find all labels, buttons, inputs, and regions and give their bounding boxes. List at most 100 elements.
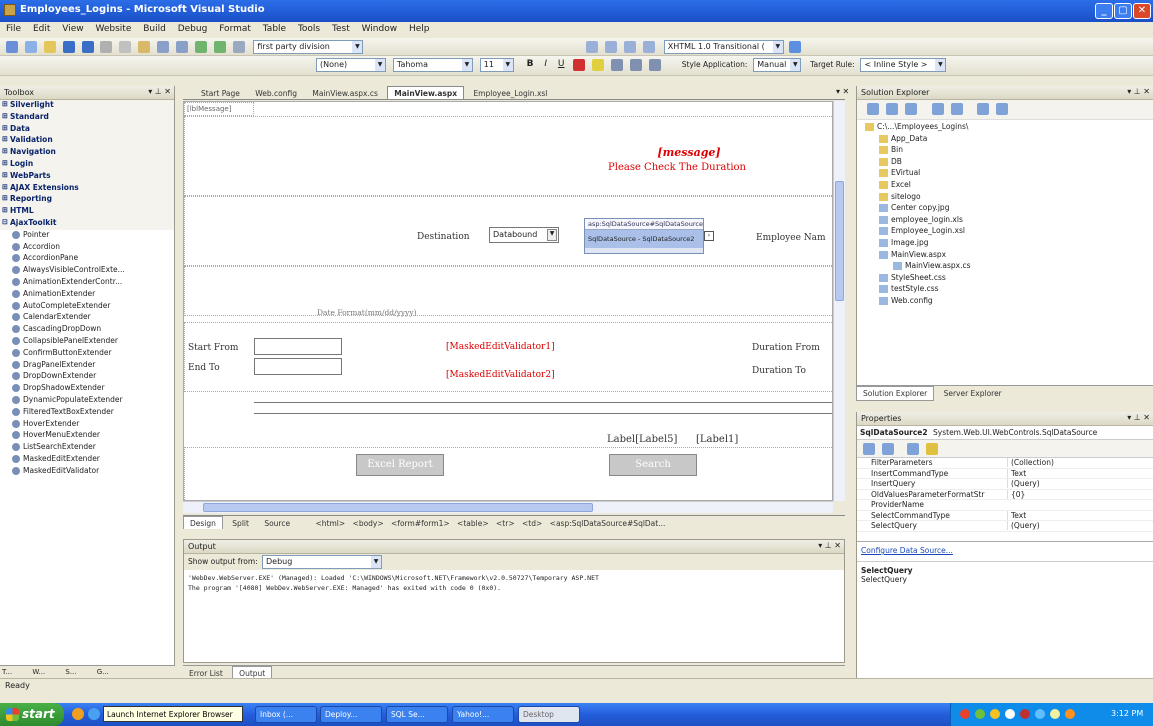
toolbox-item[interactable]: AlwaysVisibleControlExte... [0,265,174,277]
toolbox-category[interactable]: ⊞ Navigation [0,147,174,159]
copy-website-icon[interactable] [996,103,1009,115]
new-project-icon[interactable] [6,41,18,53]
tab-solution-explorer[interactable]: Solution Explorer [856,386,935,401]
indent-icon[interactable] [605,41,618,53]
view-code-icon[interactable] [931,103,944,115]
italic-button[interactable]: I [544,59,547,69]
solution-item[interactable]: Image.jpg [857,238,1153,250]
alphabetical-icon[interactable] [881,443,894,455]
start-debug-icon[interactable] [213,41,226,53]
save-icon[interactable] [62,41,75,53]
toolbox-item[interactable]: HoverMenuExtender [0,430,174,442]
expand-icon[interactable]: ⊞ [2,100,8,108]
toolbox-category[interactable]: ⊞ Login [0,158,174,171]
save-all-icon[interactable] [81,41,94,53]
tray-icon-8[interactable] [1065,709,1075,719]
tray-icon-1[interactable] [960,709,970,719]
task-deploy[interactable]: Deploy... [320,706,382,723]
add-item-icon[interactable] [24,41,37,53]
solution-item[interactable]: MainView.aspx [857,250,1153,262]
tab-employee-login-xsl[interactable]: Employee_Login.xsl [467,87,553,99]
tab-start-page[interactable]: Start Page [195,87,246,99]
solution-pin-close-icon[interactable]: ▾ ⊥ ✕ [1127,87,1150,96]
solution-item[interactable]: Web.config [857,296,1153,308]
expand-icon[interactable]: ⊞ [2,135,8,143]
toolbox-item[interactable]: AutoCompleteExtender [0,301,174,313]
navigate-back-icon[interactable] [194,41,207,53]
menu-build[interactable]: Build [143,24,166,34]
solution-item[interactable]: Bin [857,145,1153,157]
properties-icon[interactable] [867,103,879,115]
font-color-icon[interactable] [573,59,586,71]
task-sql-server[interactable]: SQL Se... [386,706,448,723]
configure-datasource-link[interactable]: Configure Data Source... [857,542,1153,562]
solution-item[interactable]: Center copy.jpg [857,203,1153,215]
solution-item[interactable]: Excel [857,180,1153,192]
property-row[interactable]: SelectCommandType Text [857,510,1153,521]
outdent-icon[interactable] [624,41,636,53]
style-application-combo[interactable]: Manual ▼ [753,58,802,72]
quicklaunch-icon-1[interactable] [72,708,84,720]
excel-report-button[interactable]: Excel Report [356,454,444,476]
source-view-button[interactable]: Source [258,517,296,529]
property-row[interactable]: InsertCommandType Text [857,468,1153,479]
task-yahoo[interactable]: Yahoo!... [452,706,514,723]
menu-debug[interactable]: Debug [178,24,208,34]
end-date-input[interactable] [254,358,342,375]
toolbox-item[interactable]: DropDownExtender [0,371,174,383]
tab-styles[interactable]: S... [65,668,76,676]
property-row[interactable]: FilterParameters (Collection) [857,458,1153,469]
nest-icon[interactable] [977,103,990,115]
toolbox-item[interactable]: AnimationExtenderContr... [0,277,174,289]
toolbox-category[interactable]: ⊟ AjaxToolkit [0,217,174,230]
toolbox-item[interactable]: ListSearchExtender [0,442,174,454]
solution-item[interactable]: C:\...\Employees_Logins\ [857,122,1153,134]
toolbox-item[interactable]: DropShadowExtender [0,383,174,395]
comment-icon[interactable] [642,41,655,53]
maximize-button[interactable]: ▢ [1114,3,1132,19]
underline-button[interactable]: U [558,59,565,69]
tray-icon-2[interactable] [975,709,985,719]
show-all-files-icon[interactable] [885,103,898,115]
expand-icon[interactable]: ⊞ [2,112,8,120]
properties-pin-close-icon[interactable]: ▾ ⊥ ✕ [1127,413,1150,422]
toolbox-item[interactable]: AccordionPane [0,253,174,265]
solution-item[interactable]: EVirtual [857,168,1153,180]
crumb-tr[interactable]: <tr> [494,517,517,529]
close-button[interactable]: ✕ [1133,3,1151,19]
toolbox-item[interactable]: AnimationExtender [0,289,174,301]
toolbox-item[interactable]: DragPanelExtender [0,360,174,372]
bullets-icon[interactable] [630,59,642,71]
toolbox-item[interactable]: HoverExtender [0,419,174,431]
menu-test[interactable]: Test [332,24,350,34]
crumb-sqldatasource[interactable]: <asp:SqlDataSource#SqlDat... [548,517,668,529]
solution-item[interactable]: employee_login.xls [857,215,1153,227]
toolbox-category[interactable]: ⊞ WebParts [0,170,174,183]
property-value[interactable]: (Query) [1007,479,1040,488]
property-pages-icon[interactable] [906,443,919,455]
toolbox-item[interactable]: FilteredTextBoxExtender [0,407,174,419]
toolbox-item[interactable]: DynamicPopulateExtender [0,395,174,407]
target-rule-combo[interactable]: < Inline Style > ▼ [860,58,947,72]
menu-table[interactable]: Table [263,24,286,34]
division-combo[interactable]: first party division ▼ [253,40,364,54]
smart-tag-arrow[interactable]: › [704,231,714,241]
menu-tools[interactable]: Tools [298,24,320,34]
design-horizontal-scrollbar[interactable] [183,501,833,513]
paste-icon[interactable] [138,41,151,53]
menu-help[interactable]: Help [409,24,430,34]
message-literal[interactable]: [lblMessage] [184,102,254,116]
solution-item[interactable]: MainView.aspx.cs [857,261,1153,273]
solution-item[interactable]: App_Data [857,134,1153,146]
find-icon[interactable] [232,41,245,53]
open-folder-icon[interactable] [43,41,56,53]
menu-format[interactable]: Format [219,24,251,34]
toolbox-category[interactable]: ⊞ Validation [0,135,174,148]
message-label[interactable]: [message] [629,146,749,159]
tray-icon-6[interactable] [1035,709,1045,719]
toolbox-item[interactable]: Pointer [0,230,174,242]
duration-warning-label[interactable]: Please Check The Duration [602,162,752,173]
toolbox-category[interactable]: ⊞ AJAX Extensions [0,182,174,195]
crumb-table[interactable]: <table> [455,517,491,529]
hscroll-thumb[interactable] [203,503,593,512]
